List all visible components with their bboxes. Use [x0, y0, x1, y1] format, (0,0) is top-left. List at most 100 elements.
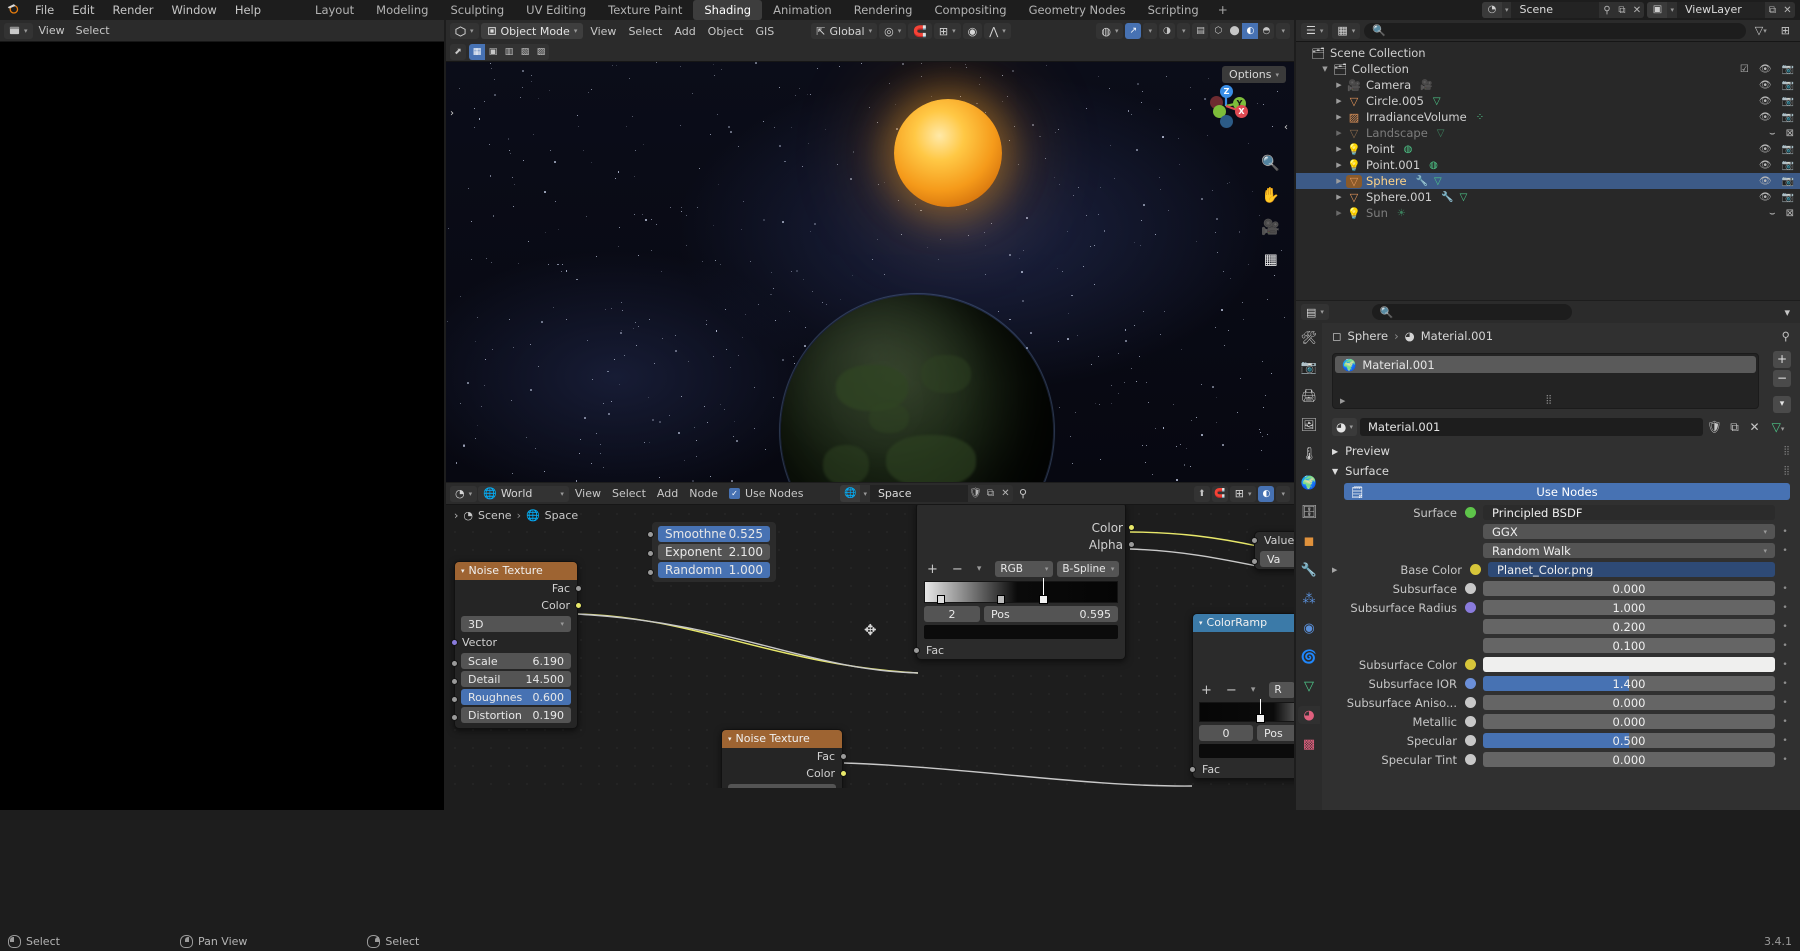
outliner-row-collection[interactable]: ▼ 🗂 Collection ☑ 👁 📷: [1296, 61, 1800, 77]
select-subtract-button[interactable]: ▨: [533, 43, 549, 60]
visibility-selector[interactable]: ◍ ▾: [1096, 23, 1124, 39]
animate-property-button[interactable]: •: [1780, 603, 1790, 613]
remove-material-slot-button[interactable]: −: [1773, 370, 1791, 387]
breadcrumb-object-name[interactable]: Sphere: [1348, 329, 1389, 343]
camera-icon[interactable]: 📷: [1782, 160, 1794, 171]
delete-scene-icon[interactable]: ✕: [1629, 5, 1644, 16]
socket-value-field-in[interactable]: [1251, 558, 1258, 565]
property-value[interactable]: 0.100: [1483, 638, 1775, 653]
tab-texture[interactable]: ▩: [1298, 735, 1320, 753]
object-name[interactable]: IrradianceVolume: [1362, 110, 1467, 124]
outliner-row-circle-005[interactable]: ▶ ▽ Circle.005 ▽ 👁 📷: [1296, 93, 1800, 109]
workspace-tab-modeling[interactable]: Modeling: [365, 0, 439, 20]
colorramp-right-menu-chevron-icon[interactable]: ▾: [1251, 685, 1256, 695]
object-name[interactable]: Point.001: [1362, 158, 1420, 172]
delete-viewlayer-icon[interactable]: ✕: [1780, 5, 1795, 16]
colorramp-gradient-bar[interactable]: [924, 578, 1118, 604]
overlay-options[interactable]: ▾: [1176, 23, 1191, 39]
material-fake-user-icon[interactable]: 🛡: [1706, 420, 1723, 434]
properties-editor-type-selector[interactable]: ▤ ▾: [1301, 304, 1329, 320]
outliner-row-point-001[interactable]: ▶ 💡 Point.001 ◍ 👁 📷: [1296, 157, 1800, 173]
material-unlink-icon[interactable]: ✕: [1746, 420, 1763, 434]
node-noise-texture-2[interactable]: ▾ Noise Texture Fac Color 3D ▾ Vect: [721, 729, 847, 788]
world-datablock-chevron-icon[interactable]: ▾: [860, 490, 870, 498]
node-menu-add[interactable]: Add: [652, 486, 683, 502]
colorramp-stop-1[interactable]: [997, 595, 1005, 604]
property-value[interactable]: 0.000: [1483, 752, 1775, 767]
image-editor-menu-select[interactable]: Select: [71, 23, 115, 39]
camera-icon[interactable]: 📷: [1782, 176, 1794, 187]
colorramp-right-chevron-icon[interactable]: ▾: [1199, 614, 1203, 632]
socket-in-scale[interactable]: [451, 660, 458, 667]
colorramp-menu-chevron-icon[interactable]: ▾: [977, 564, 982, 574]
expand-icon[interactable]: ▶: [1332, 209, 1346, 217]
node-menu-select[interactable]: Select: [607, 486, 651, 502]
camera-disabled-icon[interactable]: ⊠: [1786, 128, 1794, 139]
object-name[interactable]: Sphere.001: [1362, 190, 1432, 204]
property-socket-dot[interactable]: [1462, 659, 1478, 670]
properties-search-input[interactable]: 🔍: [1371, 304, 1572, 320]
outliner-row-scene-collection[interactable]: 🗂 Scene Collection: [1296, 45, 1800, 61]
sidebar-collapse-arrow-icon[interactable]: ‹: [1284, 122, 1288, 133]
colorramp-stop-0[interactable]: [937, 595, 945, 604]
node-input-smoothness[interactable]: Smoothne 0.525: [658, 526, 770, 542]
tab-modifiers[interactable]: 🔧: [1298, 561, 1320, 579]
socket2-out-color[interactable]: [840, 770, 847, 777]
mesh-data-icon[interactable]: ▽: [1460, 192, 1468, 203]
sun-data-icon[interactable]: ☀: [1397, 208, 1406, 219]
animate-property-button[interactable]: •: [1780, 584, 1790, 594]
outliner-new-collection-button[interactable]: ⊞: [1776, 23, 1795, 39]
camera-view-icon[interactable]: 🎥: [1261, 218, 1280, 236]
shading-mode-bar[interactable]: ⬡ ⬤ ◐ ◓: [1210, 23, 1275, 39]
viewlayer-chevron-icon[interactable]: ▾: [1667, 6, 1677, 14]
animate-property-button[interactable]: •: [1780, 736, 1790, 746]
interaction-mode-selector[interactable]: Object Mode ▾: [480, 23, 584, 39]
collection-expand-icon[interactable]: ▼: [1318, 65, 1332, 73]
outliner-row-irradiancevolume[interactable]: ▶ ▨ IrradianceVolume ⁘ 👁 📷: [1296, 109, 1800, 125]
tab-output[interactable]: 🖨: [1298, 387, 1320, 405]
surface-expand-icon[interactable]: ▼: [1332, 467, 1338, 476]
socket2-out-fac[interactable]: [840, 753, 847, 760]
material-list-expand-icon[interactable]: ▶: [1340, 397, 1345, 405]
camera-icon[interactable]: 📷: [1782, 80, 1794, 91]
node-canvas[interactable]: › ◔ Scene › 🌐 Space Smoothne 0.525 Expon…: [446, 505, 1294, 788]
viewport-canvas[interactable]: Options ▾ Z Y X 🔍 ✋ 🎥 ▦ ‹ ›: [446, 62, 1294, 482]
property-value[interactable]: 0.500: [1483, 733, 1775, 748]
grid-data-icon[interactable]: ⁘: [1476, 112, 1484, 123]
expand-icon[interactable]: ▶: [1332, 129, 1346, 137]
node-input-randomness[interactable]: Randomn 1.000: [658, 562, 770, 578]
object-name[interactable]: Sphere: [1362, 174, 1407, 188]
outliner-editor-type-selector[interactable]: ☰ ▾: [1301, 22, 1329, 39]
property-socket-dot[interactable]: [1462, 716, 1478, 727]
shading-wireframe-button[interactable]: ⬡: [1210, 23, 1227, 39]
viewlayer-selector[interactable]: ▣ ▾ ViewLayer ⧉ ✕: [1647, 2, 1795, 18]
eye-icon[interactable]: 👁: [1759, 144, 1772, 155]
material-slot-list[interactable]: 🌍 Material.001 ▶ ⣿: [1332, 353, 1759, 409]
node-snap-settings[interactable]: ⊞ ▾: [1229, 485, 1257, 502]
node-input-scale[interactable]: Scale 6.190: [461, 653, 571, 669]
shading-solid-button[interactable]: ⬤: [1226, 23, 1243, 39]
property-socket-dot[interactable]: [1462, 678, 1478, 689]
workspace-tab-sculpting[interactable]: Sculpting: [439, 0, 515, 20]
colorramp-right-color-swatch[interactable]: [1199, 744, 1294, 758]
viewport-menu-add[interactable]: Add: [669, 23, 700, 39]
colorramp-add-button[interactable]: +: [927, 562, 938, 577]
viewport-menu-view[interactable]: View: [585, 23, 621, 39]
colorramp-right-remove-button[interactable]: −: [1226, 683, 1237, 698]
light-data-icon[interactable]: ◍: [1429, 160, 1438, 171]
material-name-field[interactable]: Material.001: [1360, 418, 1703, 436]
camera-icon[interactable]: 📷: [1782, 144, 1794, 155]
socket-colorramp-fac[interactable]: [913, 647, 920, 654]
mesh-data-icon[interactable]: ▽: [1437, 128, 1445, 139]
tab-collection[interactable]: 🗄: [1298, 503, 1320, 521]
colorramp-right-pos-field[interactable]: Pos: [1257, 725, 1294, 741]
node-header-colorramp-right[interactable]: ▾ ColorRamp: [1193, 614, 1294, 632]
preview-expand-icon[interactable]: ▶: [1332, 447, 1338, 456]
camera-icon[interactable]: 📷: [1782, 192, 1794, 203]
snap-settings[interactable]: ⊞ ▾: [933, 23, 961, 39]
eye-icon[interactable]: 👁: [1759, 160, 1772, 171]
viewport-editor-type-selector[interactable]: ▾: [450, 23, 479, 39]
shading-options[interactable]: ▾: [1276, 23, 1290, 39]
animate-property-button[interactable]: •: [1780, 527, 1790, 537]
tab-particles[interactable]: ⁂: [1298, 590, 1320, 608]
